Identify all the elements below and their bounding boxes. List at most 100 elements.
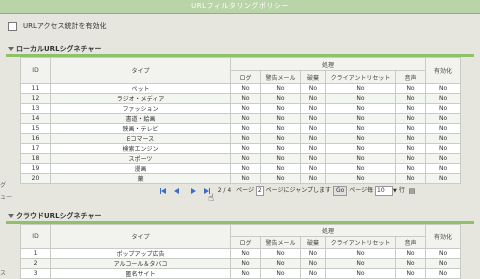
local-section-header[interactable]: ローカルURLシグネチャー <box>8 44 101 54</box>
cell-enable[interactable]: No <box>425 103 462 114</box>
cell-enable[interactable]: No <box>425 83 462 94</box>
cell-warn[interactable]: No <box>260 93 301 104</box>
cell-log[interactable]: No <box>230 123 261 134</box>
per-page-select[interactable]: 10 <box>375 186 394 196</box>
cell-reset[interactable]: No <box>325 153 396 164</box>
cell-enable[interactable]: No <box>425 248 462 259</box>
cell-warn[interactable]: No <box>260 143 301 154</box>
cell-warn[interactable]: No <box>260 103 301 114</box>
cell-warn[interactable]: No <box>260 268 301 279</box>
cell-reset[interactable]: No <box>325 248 396 259</box>
cell-block[interactable]: No <box>300 103 326 114</box>
cell-reset[interactable]: No <box>325 83 396 94</box>
cell-log[interactable]: No <box>230 163 261 174</box>
cell-warn[interactable]: No <box>260 173 301 184</box>
table-row[interactable]: 18 スポーツ No No No No No No <box>20 153 462 164</box>
cell-sound[interactable]: No <box>394 153 427 164</box>
cell-block[interactable]: No <box>300 163 326 174</box>
table-row[interactable]: 11 ペット No No No No No No <box>20 83 462 94</box>
cell-warn[interactable]: No <box>260 153 301 164</box>
cell-block[interactable]: No <box>300 123 326 134</box>
cell-enable[interactable]: No <box>425 268 462 279</box>
table-row[interactable]: 12 ラジオ・メディア No No No No No No <box>20 93 462 104</box>
collapse-triangle-icon[interactable] <box>8 47 14 51</box>
cell-log[interactable]: No <box>230 268 261 279</box>
cell-log[interactable]: No <box>230 133 261 144</box>
cell-warn[interactable]: No <box>260 113 301 124</box>
cell-reset[interactable]: No <box>325 113 396 124</box>
table-row[interactable]: 3 匿名サイト No No No No No No <box>20 268 462 279</box>
cell-log[interactable]: No <box>230 143 261 154</box>
cloud-section-header[interactable]: クラウドURLシグネチャー <box>8 211 101 221</box>
left-menu-fragment[interactable]: ュー <box>0 192 12 201</box>
url-access-stats-option[interactable]: URLアクセス統計を有効化 <box>8 21 107 31</box>
cell-reset[interactable]: No <box>325 123 396 134</box>
cell-sound[interactable]: No <box>394 83 427 94</box>
cell-reset[interactable]: No <box>325 143 396 154</box>
cell-log[interactable]: No <box>230 258 261 269</box>
cell-reset[interactable]: No <box>325 133 396 144</box>
table-row[interactable]: 14 書道・絵画 No No No No No No <box>20 113 462 124</box>
cell-log[interactable]: No <box>230 93 261 104</box>
cell-enable[interactable]: No <box>425 153 462 164</box>
url-access-stats-checkbox[interactable] <box>8 21 17 31</box>
cell-sound[interactable]: No <box>394 143 427 154</box>
cell-block[interactable]: No <box>300 93 326 104</box>
cell-reset[interactable]: No <box>325 258 396 269</box>
cell-warn[interactable]: No <box>260 258 301 269</box>
cell-enable[interactable]: No <box>425 258 462 269</box>
table-row[interactable]: 13 ファッション No No No No No No <box>20 103 462 114</box>
cell-warn[interactable]: No <box>260 163 301 174</box>
cell-block[interactable]: No <box>300 268 326 279</box>
go-button[interactable]: Go <box>332 186 348 196</box>
page-number-input[interactable]: 2 <box>255 186 264 196</box>
cell-block[interactable]: No <box>300 153 326 164</box>
table-row[interactable]: 20 薬 No No No No No No <box>20 173 462 184</box>
cell-warn[interactable]: No <box>260 123 301 134</box>
cell-log[interactable]: No <box>230 173 261 184</box>
cell-enable[interactable]: No <box>425 143 462 154</box>
next-page-icon[interactable] <box>190 188 196 194</box>
cell-enable[interactable]: No <box>425 113 462 124</box>
cell-sound[interactable]: No <box>394 163 427 174</box>
cell-warn[interactable]: No <box>260 133 301 144</box>
cell-reset[interactable]: No <box>325 103 396 114</box>
cell-sound[interactable]: No <box>394 133 427 144</box>
table-row[interactable]: 19 漫画 No No No No No No <box>20 163 462 174</box>
cell-log[interactable]: No <box>230 83 261 94</box>
collapse-triangle-icon[interactable] <box>8 214 14 218</box>
table-row[interactable]: 17 検索エンジン No No No No No No <box>20 143 462 154</box>
cell-reset[interactable]: No <box>325 268 396 279</box>
cell-sound[interactable]: No <box>394 268 427 279</box>
cell-log[interactable]: No <box>230 113 261 124</box>
cell-log[interactable]: No <box>230 103 261 114</box>
cell-block[interactable]: No <box>300 173 326 184</box>
cell-log[interactable]: No <box>230 248 261 259</box>
cell-block[interactable]: No <box>300 83 326 94</box>
table-row[interactable]: 1 ポップアップ広告 No No No No No No <box>20 248 462 259</box>
cell-warn[interactable]: No <box>260 83 301 94</box>
table-row[interactable]: 16 Eコマース No No No No No No <box>20 133 462 144</box>
cell-block[interactable]: No <box>300 248 326 259</box>
cell-enable[interactable]: No <box>425 93 462 104</box>
left-menu-fragment[interactable]: グ <box>0 180 6 189</box>
cell-block[interactable]: No <box>300 113 326 124</box>
cell-sound[interactable]: No <box>394 123 427 134</box>
table-row[interactable]: 15 映画・テレビ No No No No No No <box>20 123 462 134</box>
cell-enable[interactable]: No <box>425 163 462 174</box>
prev-page-icon[interactable] <box>173 188 179 194</box>
cell-sound[interactable]: No <box>394 248 427 259</box>
cell-reset[interactable]: No <box>325 173 396 184</box>
cell-sound[interactable]: No <box>394 93 427 104</box>
cell-warn[interactable]: No <box>260 248 301 259</box>
cell-sound[interactable]: No <box>394 173 427 184</box>
cell-sound[interactable]: No <box>394 258 427 269</box>
chevron-down-icon[interactable]: ▼ <box>393 185 397 197</box>
cell-sound[interactable]: No <box>394 113 427 124</box>
cell-log[interactable]: No <box>230 153 261 164</box>
cell-enable[interactable]: No <box>425 133 462 144</box>
cell-reset[interactable]: No <box>325 163 396 174</box>
first-page-icon[interactable] <box>160 185 166 197</box>
cell-sound[interactable]: No <box>394 103 427 114</box>
table-row[interactable]: 2 アルコール＆タバコ No No No No No No <box>20 258 462 269</box>
